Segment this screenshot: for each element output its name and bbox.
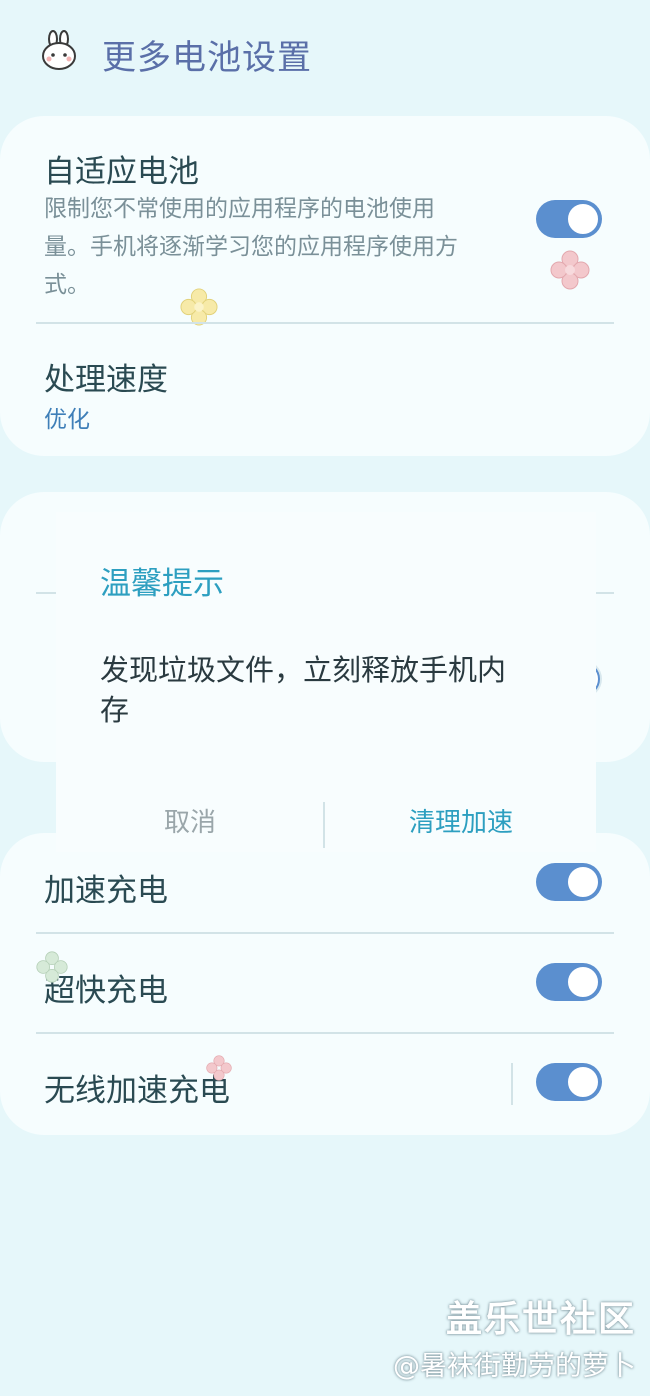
- super-fast-charge-toggle[interactable]: [536, 963, 602, 1001]
- processing-speed-title[interactable]: 处理速度: [44, 354, 168, 399]
- processing-speed-value: 优化: [44, 407, 90, 433]
- flower-decoration-icon: [36, 951, 68, 983]
- battery-settings-card: 自适应电池 限制您不常使用的应用程序的电池使用 量。手机将逐渐学习您的应用程序使…: [0, 116, 650, 456]
- flower-decoration-icon: [180, 288, 218, 326]
- divider: [36, 932, 614, 934]
- toggle-knob: [566, 965, 600, 999]
- charging-card: 加速充电 超快充电 无线加速充电: [0, 833, 650, 1135]
- page-title: 更多电池设置: [102, 38, 312, 78]
- toggle-knob: [566, 1065, 600, 1099]
- adaptive-battery-desc-line1: 限制您不常使用的应用程序的电池使用: [44, 196, 435, 222]
- divider: [36, 322, 614, 324]
- adaptive-battery-toggle[interactable]: [536, 200, 602, 238]
- wireless-fast-charge-toggle[interactable]: [536, 1063, 602, 1101]
- flower-decoration-icon: [550, 250, 590, 290]
- divider: [36, 1032, 614, 1034]
- tip-dialog: 温馨提示 发现垃圾文件，立刻释放手机内存 取消 清理加速: [56, 512, 596, 852]
- dialog-button-separator: [323, 802, 325, 848]
- fast-charge-toggle[interactable]: [536, 863, 602, 901]
- watermark-brand: 盖乐世社区: [445, 1299, 636, 1340]
- bunny-icon: [42, 30, 76, 70]
- dialog-message: 发现垃圾文件，立刻释放手机内存: [100, 653, 507, 727]
- toggle-knob: [566, 865, 600, 899]
- wireless-fast-charge-title[interactable]: 无线加速充电: [44, 1065, 230, 1110]
- watermark-author: @暑袜街勤劳的萝卜: [393, 1351, 636, 1382]
- adaptive-battery-desc-line2: 量。手机将逐渐学习您的应用程序使用方: [44, 234, 458, 260]
- adaptive-battery-desc-line3: 式。: [44, 272, 90, 298]
- clean-speedup-button[interactable]: 清理加速: [326, 802, 596, 839]
- dialog-title: 温馨提示: [100, 566, 224, 602]
- toggle-knob: [566, 202, 600, 236]
- cancel-button[interactable]: 取消: [56, 802, 324, 839]
- divider-vertical: [511, 1063, 513, 1105]
- fast-charge-title[interactable]: 加速充电: [44, 865, 168, 910]
- adaptive-battery-title[interactable]: 自适应电池: [44, 146, 199, 191]
- header: 更多电池设置: [0, 0, 650, 110]
- flower-decoration-icon: [206, 1055, 232, 1081]
